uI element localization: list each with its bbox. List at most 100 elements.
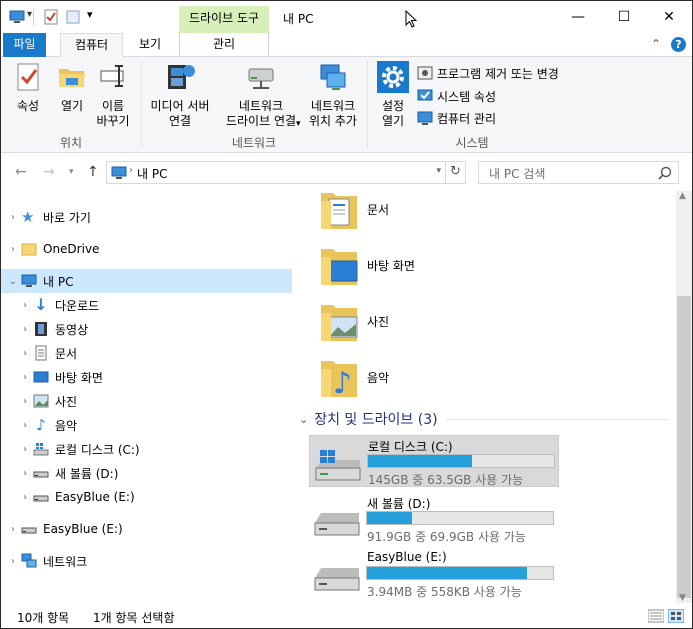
properties-qat-icon[interactable]	[43, 9, 59, 25]
map-drive-label-line1: 네트워크	[238, 99, 284, 113]
network-group-label: 네트워크	[231, 136, 277, 150]
refresh-icon[interactable]: ↻	[445, 162, 465, 183]
qat-dropdown-icon[interactable]: ▾	[27, 9, 32, 20]
search-placeholder: 내 PC 검색	[489, 167, 546, 181]
chevron-down-icon[interactable]: ⌄	[299, 413, 308, 426]
nav-item-documents[interactable]: › 문서	[1, 341, 292, 365]
folder-item[interactable]: 바탕 화면	[319, 239, 415, 291]
up-icon[interactable]: ↑	[87, 164, 99, 180]
computer-management-button[interactable]: 컴퓨터 관리	[417, 108, 496, 128]
large-icons-view-icon[interactable]	[668, 609, 684, 623]
picture-icon	[33, 394, 49, 408]
collapse-ribbon-icon[interactable]: ⌃	[651, 37, 661, 52]
nav-item-this-pc[interactable]: ⌄ 내 PC	[1, 269, 292, 293]
film-icon	[35, 322, 47, 336]
open-settings-button[interactable]: 설정 열기	[373, 61, 413, 129]
tab-file[interactable]: 파일	[3, 33, 46, 57]
chevron-right-icon[interactable]: ›	[5, 556, 21, 567]
tab-manage[interactable]: 관리	[179, 33, 269, 57]
chevron-right-icon[interactable]: ›	[5, 244, 21, 255]
customize-qat-icon[interactable]: ▾	[87, 8, 93, 21]
nav-item-local-disk[interactable]: › 로컬 디스크 (C:)	[1, 437, 292, 461]
computer-management-icon	[417, 111, 433, 125]
add-network-location-button[interactable]: 네트워크 위치 추가	[305, 61, 361, 129]
nav-item-easyblue[interactable]: › EasyBlue (E:)	[1, 517, 292, 541]
chevron-right-icon[interactable]: ›	[17, 444, 33, 455]
nav-item-videos[interactable]: › 동영상	[1, 317, 292, 341]
computer-icon[interactable]	[9, 9, 25, 25]
music-folder-icon: ♪	[321, 361, 357, 399]
properties-button[interactable]: 속성	[9, 61, 47, 114]
scroll-down-icon[interactable]: ▼	[679, 593, 686, 603]
media-server-button[interactable]: 미디어 서버 연결	[145, 61, 215, 129]
chevron-right-icon[interactable]: ›	[17, 468, 33, 479]
chevron-right-icon[interactable]: ›	[17, 372, 33, 383]
breadcrumb-separator-icon[interactable]: ›	[129, 165, 133, 176]
nav-item-new-volume[interactable]: › 새 볼륨 (D:)	[1, 461, 292, 485]
address-bar[interactable]: › 내 PC ▾ ↻	[106, 161, 466, 184]
chevron-right-icon[interactable]: ›	[17, 300, 33, 311]
drive-item-d[interactable]: 새 볼륨 (D:) 91.9GB 중 69.9GB 사용 가능	[309, 493, 559, 545]
details-view-icon[interactable]	[648, 609, 664, 623]
folder-item[interactable]: 문서	[319, 191, 389, 235]
chevron-right-icon[interactable]: ›	[17, 324, 33, 335]
nav-item-music[interactable]: › ♪ 음악	[1, 413, 292, 437]
windows-drive-icon	[33, 443, 49, 456]
address-dropdown-icon[interactable]: ▾	[436, 166, 441, 176]
forward-icon[interactable]: →	[43, 164, 55, 180]
nav-label: OneDrive	[43, 242, 100, 256]
nav-item-quick-access[interactable]: › ★ 바로 가기	[1, 205, 292, 229]
chevron-right-icon[interactable]: ›	[17, 492, 33, 503]
drive-item-e[interactable]: EasyBlue (E:) 3.94MB 중 558KB 사용 가능	[309, 548, 559, 600]
nav-item-downloads[interactable]: › ↓ 다운로드	[1, 293, 292, 317]
nav-item-pictures[interactable]: › 사진	[1, 389, 292, 413]
network-icon	[21, 553, 37, 568]
nav-item-easyblue-sub[interactable]: › EasyBlue (E:)	[1, 485, 292, 509]
maximize-button[interactable]: ☐	[601, 1, 647, 33]
system-properties-button[interactable]: 시스템 속성	[417, 86, 496, 106]
back-icon[interactable]: ←	[15, 164, 27, 180]
minimize-button[interactable]: —	[555, 1, 601, 33]
map-drive-dropdown-icon[interactable]: ▾	[296, 119, 301, 129]
nav-label: 사진	[55, 394, 78, 409]
close-button[interactable]: ✕	[646, 1, 692, 33]
folder-item[interactable]: ♪ 음악	[319, 351, 389, 403]
chevron-down-icon[interactable]: ⌄	[5, 276, 21, 287]
rename-button[interactable]: 이름 바꾸기	[93, 61, 133, 129]
drive-usage-bar	[366, 511, 554, 525]
uninstall-program-button[interactable]: 프로그램 제거 또는 변경	[417, 63, 559, 83]
recent-locations-icon[interactable]: ▾	[69, 167, 74, 177]
nav-label: 바로 가기	[43, 210, 91, 225]
chevron-right-icon[interactable]: ›	[17, 396, 33, 407]
media-server-icon	[168, 65, 195, 89]
chevron-right-icon[interactable]: ›	[17, 420, 33, 431]
folder-item[interactable]: 사진	[319, 295, 389, 347]
windows-drive-icon	[315, 450, 361, 481]
scroll-up-icon[interactable]: ▲	[679, 191, 686, 201]
drive-icon	[33, 471, 49, 478]
nav-label: 음악	[55, 418, 78, 433]
scrollbar-thumb[interactable]	[677, 296, 691, 598]
drive-item-c[interactable]: 로컬 디스크 (C:) 145GB 중 63.5GB 사용 가능	[309, 435, 559, 487]
open-button[interactable]: 열기	[53, 61, 91, 114]
search-box[interactable]: 내 PC 검색	[478, 161, 679, 184]
nav-item-network[interactable]: › 네트워크	[1, 549, 292, 573]
search-icon	[658, 166, 672, 180]
nav-item-onedrive[interactable]: › OneDrive	[1, 237, 292, 261]
help-icon[interactable]: ?	[671, 37, 686, 52]
devices-and-drives-header[interactable]: ⌄ 장치 및 드라이브 (3)	[299, 409, 669, 429]
section-divider	[445, 418, 669, 420]
chevron-right-icon[interactable]: ›	[5, 524, 21, 535]
chevron-right-icon[interactable]: ›	[17, 348, 33, 359]
computer-icon	[111, 166, 127, 179]
nav-item-desktop[interactable]: › 바탕 화면	[1, 365, 292, 389]
drive-icon	[314, 568, 360, 591]
media-server-label-line2: 연결	[168, 114, 192, 128]
vertical-scrollbar[interactable]: ▲ ▼	[676, 191, 692, 603]
new-folder-qat-icon[interactable]	[65, 9, 81, 25]
chevron-right-icon[interactable]: ›	[5, 212, 21, 223]
nav-label: 내 PC	[43, 274, 74, 289]
map-network-drive-button[interactable]: 네트워크 드라이브 연결	[217, 61, 305, 129]
tab-view[interactable]: 보기	[125, 33, 175, 57]
tab-computer[interactable]: 컴퓨터	[60, 33, 123, 58]
